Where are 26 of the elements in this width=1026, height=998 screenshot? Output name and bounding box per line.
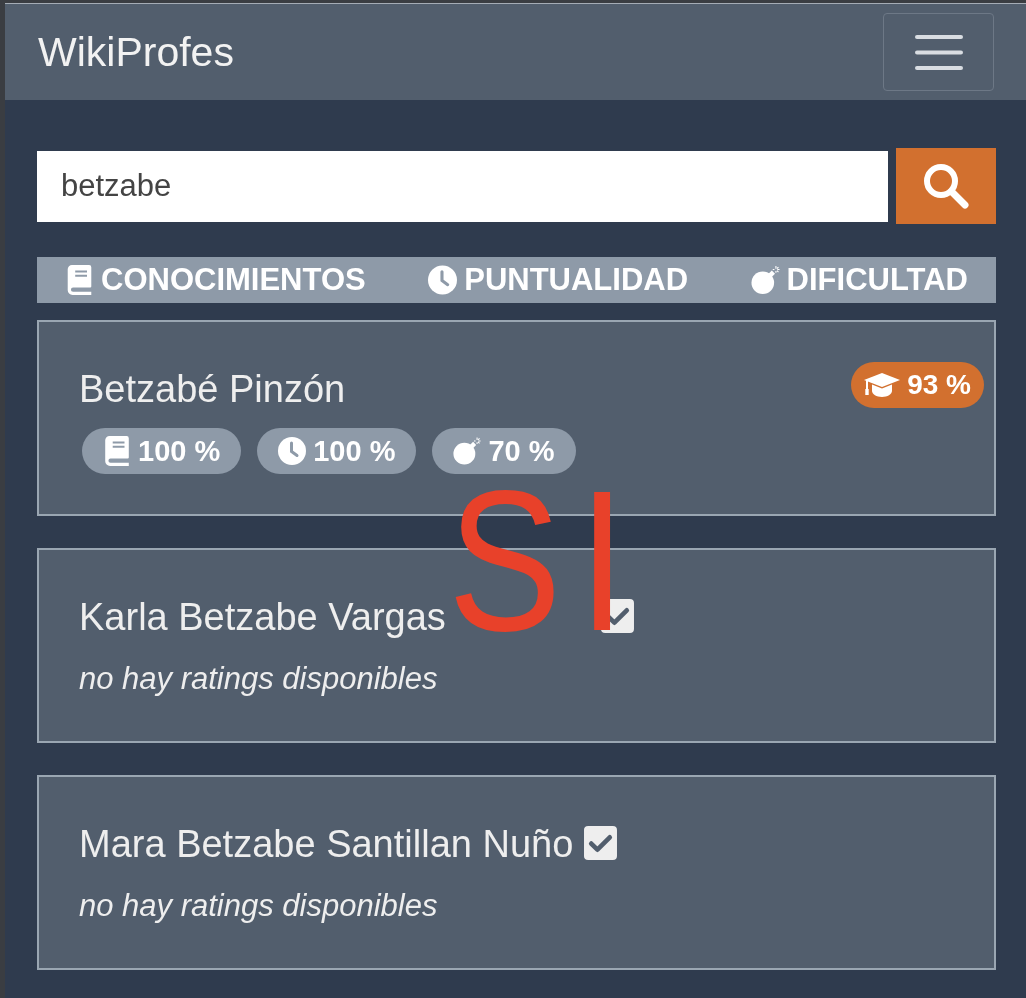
sort-button[interactable]: CONOCIMIENTOS [65, 262, 366, 298]
annotation-text: SI [448, 487, 643, 635]
rating-value: 100 % [313, 435, 396, 467]
professor-name-link[interactable]: Betzabé Pinzón [79, 366, 346, 412]
graduation-cap-icon [864, 372, 901, 398]
search-field[interactable]: betzabe [37, 150, 888, 222]
book-icon [103, 436, 131, 466]
search-icon [923, 163, 969, 209]
professor-name-link[interactable]: Karla Betzabe Vargas [79, 594, 446, 640]
book-icon [65, 265, 94, 295]
rating-value: 100 % [138, 435, 221, 467]
clock-icon [278, 436, 307, 466]
clock-icon [428, 265, 458, 295]
bomb-icon [750, 265, 780, 295]
menu-button[interactable] [883, 13, 994, 91]
bomb-icon [453, 436, 482, 466]
sort-button[interactable]: PUNTUALIDAD [428, 262, 689, 298]
no-ratings-text: no hay ratings disponibles [79, 887, 438, 925]
menu-icon [914, 34, 963, 70]
score-value: 93 % [907, 369, 971, 401]
sort-button[interactable]: DIFICULTAD [750, 262, 968, 298]
professor-name-link[interactable]: Mara Betzabe Santillan Nuño [79, 821, 574, 867]
rating-value: 70 % [488, 435, 555, 467]
brand-logo-text[interactable]: WikiProfes [38, 28, 234, 76]
search-button[interactable] [896, 148, 996, 224]
no-ratings-text: no hay ratings disponibles [79, 660, 438, 698]
